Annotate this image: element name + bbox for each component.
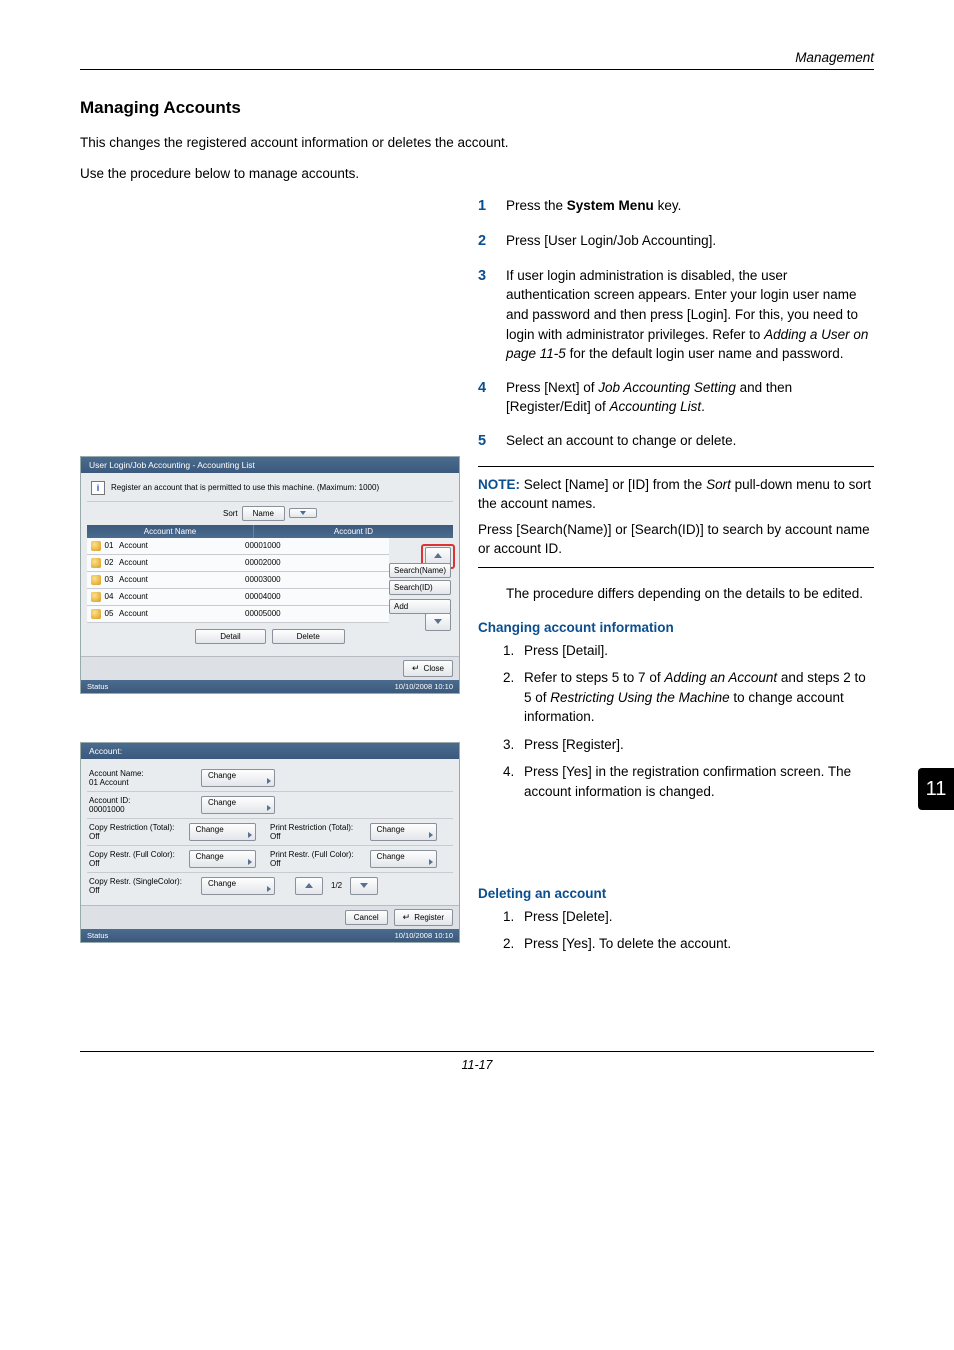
account-row[interactable]: 05 Account 00005000 — [87, 606, 389, 623]
account-icon — [91, 609, 101, 619]
page-number: 11-17 — [80, 1051, 874, 1072]
chapter-tab: 11 — [918, 768, 954, 810]
after-note-text: The procedure differs depending on the d… — [478, 584, 874, 604]
panel2-title: Account: — [81, 743, 459, 759]
step-3: 3 If user login administration is disabl… — [478, 266, 874, 364]
sort-label: Sort — [223, 509, 238, 518]
register-button[interactable]: ↵ Register — [394, 909, 453, 926]
account-icon — [91, 541, 101, 551]
deleting-account-heading: Deleting an account — [478, 886, 874, 901]
close-button[interactable]: ↵ Close — [403, 660, 453, 677]
change-step-2: Refer to steps 5 to 7 of Adding an Accou… — [518, 668, 874, 727]
scroll-down-button[interactable] — [425, 613, 451, 631]
list-header: Account Name Account ID — [87, 525, 453, 538]
change-copy-total-button[interactable]: Change — [189, 823, 256, 841]
delete-step-2: Press [Yes]. To delete the account. — [518, 934, 874, 954]
account-icon — [91, 575, 101, 585]
add-button[interactable]: Add — [389, 599, 451, 614]
intro-paragraph-1: This changes the registered account info… — [80, 134, 874, 153]
status-datetime: 10/10/2008 10:10 — [395, 931, 453, 940]
status-label: Status — [87, 682, 108, 691]
enter-icon: ↵ — [412, 663, 420, 674]
step-5: 5 Select an account to change or delete. — [478, 431, 874, 452]
cancel-button[interactable]: Cancel — [345, 910, 388, 925]
search-name-button[interactable]: Search(Name) — [389, 563, 451, 578]
changing-info-heading: Changing account information — [478, 620, 874, 635]
page-indicator: 1/2 — [331, 881, 342, 890]
enter-icon: ↵ — [403, 912, 411, 923]
account-row[interactable]: 04 Account 00004000 — [87, 589, 389, 606]
accounting-list-panel: User Login/Job Accounting - Accounting L… — [80, 456, 460, 694]
step-2: 2 Press [User Login/Job Accounting]. — [478, 231, 874, 252]
status-datetime: 10/10/2008 10:10 — [395, 682, 453, 691]
panel1-title: User Login/Job Accounting - Accounting L… — [81, 457, 459, 473]
change-print-fullcolor-button[interactable]: Change — [370, 850, 437, 868]
change-step-1: Press [Detail]. — [518, 641, 874, 661]
change-copy-fullcolor-button[interactable]: Change — [189, 850, 256, 868]
change-account-name-button[interactable]: Change — [201, 769, 275, 787]
account-row[interactable]: 02 Account 00002000 — [87, 555, 389, 572]
account-row[interactable]: 03 Account 00003000 — [87, 572, 389, 589]
status-label: Status — [87, 931, 108, 940]
info-icon: i — [91, 481, 105, 495]
step-1: 1 Press the System Menu key. — [478, 196, 874, 217]
note-box: NOTE: Select [Name] or [ID] from the Sor… — [478, 466, 874, 568]
account-row[interactable]: 01 Account 00001000 — [87, 538, 389, 555]
change-account-id-button[interactable]: Change — [201, 796, 275, 814]
scroll-up-button[interactable] — [295, 877, 323, 895]
panel1-info-text: Register an account that is permitted to… — [111, 483, 379, 492]
scroll-down-button[interactable] — [350, 877, 378, 895]
search-id-button[interactable]: Search(ID) — [389, 580, 451, 595]
sort-value-button[interactable]: Name — [242, 506, 285, 521]
delete-step-1: Press [Delete]. — [518, 907, 874, 927]
account-icon — [91, 558, 101, 568]
account-detail-panel: Account: Account Name:01 Account Change … — [80, 742, 460, 943]
intro-paragraph-2: Use the procedure below to manage accoun… — [80, 165, 874, 184]
page-header: Management — [80, 50, 874, 70]
change-copy-singlecolor-button[interactable]: Change — [201, 877, 275, 895]
change-step-4: Press [Yes] in the registration confirma… — [518, 762, 874, 801]
detail-button[interactable]: Detail — [195, 629, 265, 644]
sort-dropdown-button[interactable] — [289, 508, 317, 518]
hdr-account-name: Account Name — [87, 525, 253, 538]
account-icon — [91, 592, 101, 602]
hdr-account-id: Account ID — [253, 525, 453, 538]
change-step-3: Press [Register]. — [518, 735, 874, 755]
step-4: 4 Press [Next] of Job Accounting Setting… — [478, 378, 874, 417]
chevron-down-icon — [300, 511, 306, 515]
change-print-total-button[interactable]: Change — [370, 823, 437, 841]
section-title: Managing Accounts — [80, 98, 874, 118]
delete-button[interactable]: Delete — [272, 629, 345, 644]
